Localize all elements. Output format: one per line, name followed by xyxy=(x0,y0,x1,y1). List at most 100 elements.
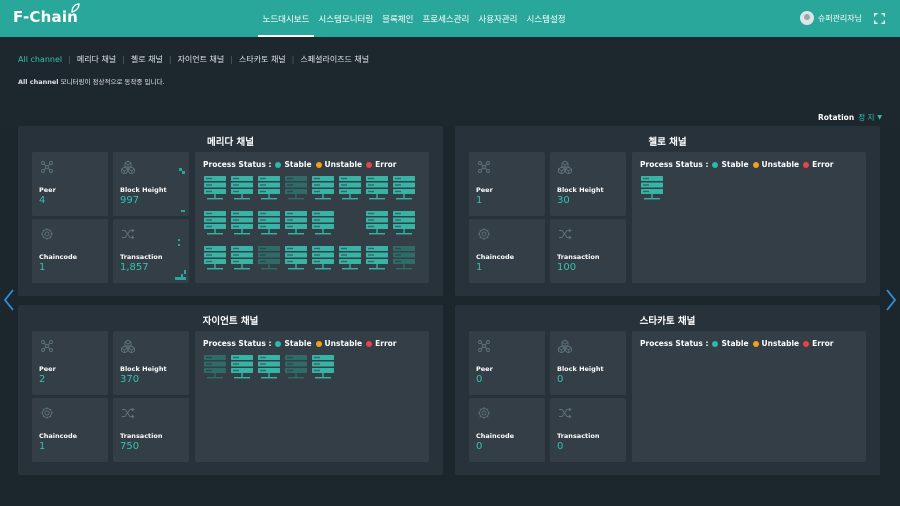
avatar xyxy=(799,11,814,25)
error-dot-icon xyxy=(366,340,373,347)
channel-title: 메리다 채널 xyxy=(206,137,254,148)
unstable-dot-icon xyxy=(315,161,322,168)
server-node-icon[interactable] xyxy=(393,211,415,236)
user-menu[interactable]: 슈퍼관리자님 xyxy=(799,11,862,25)
server-node-icon[interactable] xyxy=(258,246,280,271)
network-icon xyxy=(41,340,53,352)
server-node-icon[interactable] xyxy=(366,246,388,271)
server-node-icon[interactable] xyxy=(258,176,280,201)
shuffle-icon xyxy=(559,228,572,240)
legend-prefix: Process Status : xyxy=(203,339,272,348)
transaction-card: Transaction 100 xyxy=(550,219,626,283)
channel-panel: 스타카토 채널 Peer 0 Block Height 0 Chaincode … xyxy=(455,305,880,475)
server-node-icon[interactable] xyxy=(204,246,226,271)
peer-label: Peer xyxy=(476,365,493,373)
server-node-icon[interactable] xyxy=(393,246,415,271)
server-node-icon[interactable] xyxy=(312,211,334,236)
server-node-icon[interactable] xyxy=(231,355,253,380)
legend-stable: Stable xyxy=(721,339,749,348)
transaction-count: 100 xyxy=(557,262,577,273)
tab-divider: | xyxy=(291,55,295,64)
chaincode-card: Chaincode 0 xyxy=(469,398,545,462)
legend-unstable: Unstable xyxy=(324,160,363,169)
tab-giant-channel[interactable]: 자이언트 채널 xyxy=(178,54,225,65)
transaction-card: Transaction 750 xyxy=(113,398,189,462)
network-icon xyxy=(478,340,490,352)
chaincode-gear-icon xyxy=(41,228,53,240)
tab-staccato-channel[interactable]: 스타카토 채널 xyxy=(239,54,286,65)
chaincode-label: Chaincode xyxy=(476,432,515,440)
tab-divider: | xyxy=(168,55,172,64)
chaincode-card: Chaincode 1 xyxy=(32,219,108,283)
shuffle-icon xyxy=(122,228,135,240)
tab-merida-channel[interactable]: 메리다 채널 xyxy=(77,54,116,65)
chaincode-count: 1 xyxy=(39,441,46,452)
server-node-icon[interactable] xyxy=(312,176,334,201)
error-dot-icon xyxy=(803,161,810,168)
nav-item-process-management[interactable]: 프로세스관리 xyxy=(418,0,474,37)
chaincode-gear-icon xyxy=(41,407,53,419)
nav-item-system-monitoring[interactable]: 시스템모니터링 xyxy=(314,0,378,37)
prev-arrow-icon[interactable] xyxy=(3,289,15,311)
server-node-icon[interactable] xyxy=(339,176,361,201)
server-node-icon[interactable] xyxy=(285,355,307,380)
tab-cello-channel[interactable]: 첼로 채널 xyxy=(131,54,163,65)
server-node-icon[interactable] xyxy=(339,246,361,271)
tab-all-channel[interactable]: All channel xyxy=(18,55,62,64)
transaction-card: Transaction 0 xyxy=(550,398,626,462)
server-node-icon[interactable] xyxy=(641,176,663,201)
server-node-icon[interactable] xyxy=(258,355,280,380)
process-status-box: Process Status : Stable Unstable Error xyxy=(195,152,429,283)
shuffle-icon xyxy=(559,407,572,419)
block-height-card: Block Height 30 xyxy=(550,152,626,216)
server-node-icon[interactable] xyxy=(393,176,415,201)
server-node-icon[interactable] xyxy=(204,211,226,236)
chaincode-card: Chaincode 1 xyxy=(32,398,108,462)
server-node-icon[interactable] xyxy=(231,211,253,236)
server-node-icon[interactable] xyxy=(285,176,307,201)
nav-item-system-settings[interactable]: 시스템설정 xyxy=(522,0,570,37)
peer-count: 4 xyxy=(39,195,46,206)
transaction-count: 0 xyxy=(557,441,564,452)
user-name: 슈퍼관리자님 xyxy=(817,13,862,23)
server-node-icon[interactable] xyxy=(366,211,388,236)
peer-count: 2 xyxy=(39,374,46,385)
process-status-legend: Process Status : Stable Unstable Error xyxy=(203,160,397,169)
fullscreen-icon[interactable] xyxy=(874,13,885,24)
rotation-control[interactable]: Rotation 정 지 ▼ xyxy=(818,112,882,123)
server-node-icon[interactable] xyxy=(285,211,307,236)
nav-item-node-dashboard[interactable]: 노드대시보드 xyxy=(258,0,314,37)
transaction-label: Transaction xyxy=(557,253,600,261)
channel-tabs: All channel | 메리다 채널 | 첼로 채널 | 자이언트 채널 |… xyxy=(18,54,369,65)
channel-title: 자이언트 채널 xyxy=(202,316,259,327)
error-dot-icon xyxy=(366,161,373,168)
server-node-icon[interactable] xyxy=(204,355,226,380)
block-height-value: 370 xyxy=(120,374,140,385)
tab-divider: | xyxy=(230,55,233,64)
app-logo[interactable]: F-Chain xyxy=(13,3,80,26)
next-arrow-icon[interactable] xyxy=(885,289,897,311)
legend-error: Error xyxy=(812,339,834,348)
nav-item-user-management[interactable]: 사용자관리 xyxy=(474,0,522,37)
server-node-icon[interactable] xyxy=(312,355,334,380)
transaction-count: 750 xyxy=(120,441,140,452)
server-node-icon[interactable] xyxy=(312,246,334,271)
tab-specialized-channel[interactable]: 스페셜라이즈드 채널 xyxy=(300,54,369,65)
rotation-value: 정 지 xyxy=(858,113,875,122)
shuffle-icon xyxy=(122,407,135,419)
server-node-icon[interactable] xyxy=(366,176,388,201)
blocks-icon xyxy=(121,160,135,174)
server-node-icon[interactable] xyxy=(231,176,253,201)
server-node-icon[interactable] xyxy=(258,211,280,236)
server-node-icon[interactable] xyxy=(285,246,307,271)
legend-error: Error xyxy=(812,160,834,169)
nav-item-blockchain[interactable]: 블록체인 xyxy=(378,0,418,37)
server-node-icon[interactable] xyxy=(204,176,226,201)
peer-label: Peer xyxy=(39,186,56,194)
chaincode-count: 1 xyxy=(39,262,46,273)
server-node-icon[interactable] xyxy=(231,246,253,271)
stable-dot-icon xyxy=(275,340,282,347)
chaincode-label: Chaincode xyxy=(476,253,515,261)
peer-count: 0 xyxy=(476,374,483,385)
chaincode-label: Chaincode xyxy=(39,253,78,261)
